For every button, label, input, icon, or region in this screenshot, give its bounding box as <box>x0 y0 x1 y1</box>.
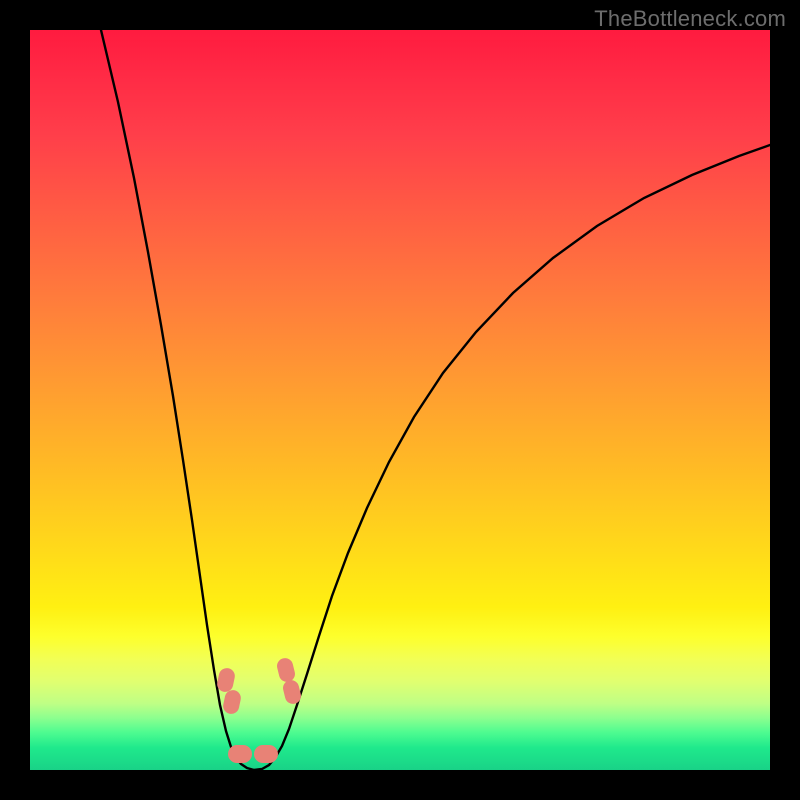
plot-area <box>30 30 770 770</box>
marker-valley-right <box>254 745 278 763</box>
curve-left-branch <box>101 30 254 770</box>
bottleneck-curve <box>30 30 770 770</box>
chart-frame: TheBottleneck.com <box>0 0 800 800</box>
watermark-text: TheBottleneck.com <box>594 6 786 32</box>
marker-valley-left <box>228 745 252 763</box>
curve-right-branch <box>254 145 770 770</box>
